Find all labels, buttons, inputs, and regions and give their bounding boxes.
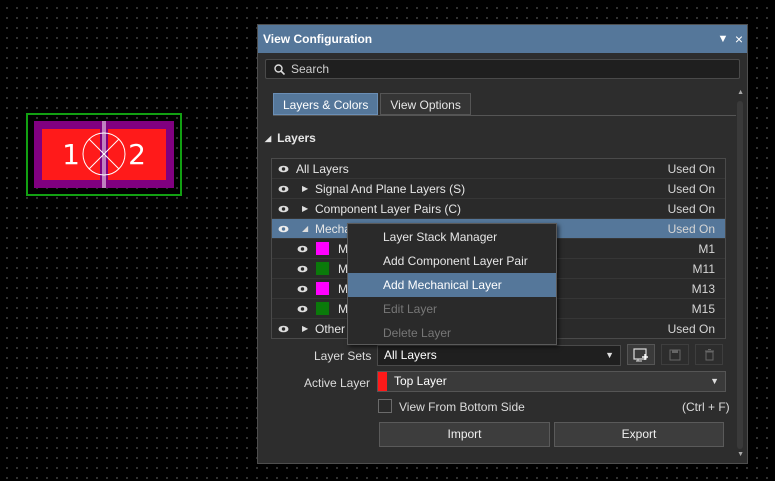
layer-group-name: Other (315, 322, 346, 336)
eye-icon[interactable] (278, 165, 289, 173)
layers-header-row[interactable]: All Layers Used On (272, 159, 725, 179)
search-input[interactable] (291, 62, 711, 76)
save-layer-set-button[interactable] (627, 344, 655, 365)
scroll-down-icon[interactable]: ▼ (737, 451, 744, 458)
view-from-bottom-label: View From Bottom Side (399, 400, 525, 414)
search-box[interactable] (265, 59, 740, 79)
view-from-bottom-checkbox[interactable] (378, 399, 392, 413)
eye-icon[interactable] (278, 325, 289, 333)
eye-icon[interactable] (297, 265, 308, 273)
close-icon[interactable]: × (731, 31, 747, 47)
layer-group-row[interactable]: ▶ Component Layer Pairs (C) Used On (272, 199, 725, 219)
expand-arrow-icon[interactable]: ▶ (302, 179, 308, 199)
import-button[interactable]: Import (379, 422, 550, 447)
layer-status: Used On (667, 222, 715, 236)
save-button[interactable] (661, 344, 689, 365)
menu-item-edit-layer[interactable]: Edit Layer (348, 297, 556, 321)
eye-icon[interactable] (297, 305, 308, 313)
dropdown-arrow-icon: ▼ (605, 350, 614, 360)
context-menu: Layer Stack Manager Add Component Layer … (347, 223, 557, 345)
layer-color-swatch[interactable] (316, 262, 329, 275)
layers-section-header[interactable]: ◢ Layers (265, 131, 316, 145)
eye-icon[interactable] (278, 185, 289, 193)
menu-item-add-mechanical-layer[interactable]: Add Mechanical Layer (348, 273, 556, 297)
pin-dropdown-icon[interactable]: ▼ (715, 33, 731, 45)
layer-sets-label: Layer Sets (314, 349, 372, 363)
export-button[interactable]: Export (554, 422, 724, 447)
expand-arrow-icon[interactable]: ▶ (302, 319, 308, 338)
shortcut-hint: (Ctrl + F) (682, 400, 730, 414)
collapse-triangle-icon[interactable]: ◢ (265, 134, 271, 143)
pcb-footprint[interactable]: 1 2 (26, 113, 182, 196)
search-icon (274, 63, 285, 75)
layer-group-name: Mecha (315, 222, 352, 236)
dropdown-arrow-icon: ▼ (710, 376, 719, 386)
layer-group-name: Signal And Plane Layers (S) (315, 182, 466, 196)
active-layer-value: Top Layer (394, 374, 447, 388)
layer-id: M15 (691, 302, 715, 316)
layer-status: Used On (667, 322, 715, 336)
tab-bar: Layers & Colors View Options (273, 93, 473, 115)
menu-item-add-component-layer-pair[interactable]: Add Component Layer Pair (348, 249, 556, 273)
layer-id: M13 (691, 282, 715, 296)
tab-layers-colors[interactable]: Layers & Colors (273, 93, 379, 115)
layer-group-row[interactable]: ▶ Signal And Plane Layers (S) Used On (272, 179, 725, 199)
layer-color-swatch[interactable] (316, 242, 329, 255)
eye-icon[interactable] (297, 245, 308, 253)
collapse-arrow-icon[interactable]: ◢ (302, 219, 308, 239)
layer-sets-dropdown[interactable]: All Layers ▼ (377, 345, 621, 366)
eye-icon[interactable] (278, 225, 289, 233)
component-body: 1 2 (34, 121, 174, 188)
active-layer-dropdown[interactable]: Top Layer ▼ (377, 371, 726, 392)
layer-status: Used On (667, 182, 715, 196)
floppy-icon (669, 349, 681, 360)
vertical-scrollbar[interactable] (737, 101, 743, 449)
tab-view-options[interactable]: View Options (380, 93, 471, 115)
eye-icon[interactable] (297, 285, 308, 293)
delete-layer-set-button[interactable] (695, 344, 723, 365)
expand-arrow-icon[interactable]: ▶ (302, 199, 308, 219)
eye-icon[interactable] (278, 205, 289, 213)
section-title: Layers (277, 131, 316, 145)
add-layer-set-icon (633, 347, 648, 361)
layer-id: M1 (698, 242, 715, 256)
scroll-up-icon[interactable]: ▲ (737, 89, 744, 96)
layer-group-name: Component Layer Pairs (C) (315, 202, 462, 216)
menu-item-layer-stack-manager[interactable]: Layer Stack Manager (348, 225, 556, 249)
layer-color-swatch[interactable] (316, 282, 329, 295)
tab-divider (273, 115, 736, 116)
origin-marker (82, 121, 126, 188)
layer-sets-value: All Layers (384, 348, 437, 362)
layer-id: M11 (692, 262, 715, 276)
layer-status: Used On (667, 202, 715, 216)
panel-titlebar[interactable]: View Configuration ▼ × (258, 25, 747, 53)
header-status: Used On (667, 162, 715, 176)
active-layer-color-swatch (378, 372, 387, 391)
active-layer-label: Active Layer (304, 376, 371, 390)
panel-title: View Configuration (263, 32, 373, 46)
header-name: All Layers (296, 162, 349, 176)
trash-icon (704, 348, 714, 360)
layer-color-swatch[interactable] (316, 302, 329, 315)
menu-item-delete-layer[interactable]: Delete Layer (348, 321, 556, 345)
